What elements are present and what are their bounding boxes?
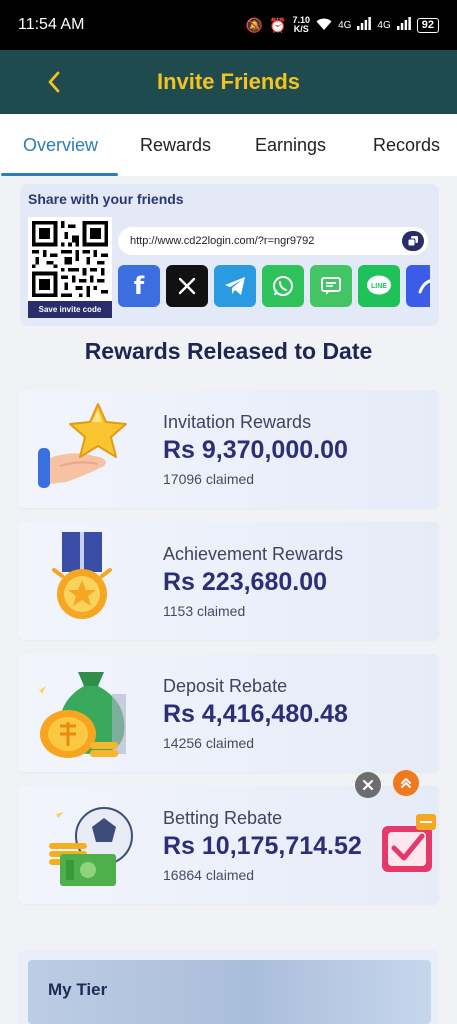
speed-unit: K/S: [293, 24, 309, 34]
signal-icon-2: [396, 17, 411, 33]
tab-label: Records: [373, 134, 441, 155]
share-sms-button[interactable]: [310, 265, 352, 307]
reward-card-achievement[interactable]: Achievement Rewards Rs 223,680.00 1153 c…: [18, 522, 439, 640]
status-indicators: 🔕 ⏰ 7.10 K/S 4G 4G 92: [246, 16, 439, 34]
app-header: Invite Friends: [0, 50, 457, 114]
facebook-icon: f: [133, 272, 145, 300]
tab-records[interactable]: Records: [373, 114, 440, 176]
invite-qr-code: [28, 217, 112, 301]
my-tier-card[interactable]: My Tier: [18, 950, 439, 1024]
reward-amount: Rs 10,175,714.52: [163, 832, 362, 860]
medal-icon: [52, 532, 112, 619]
message-icon: [321, 277, 341, 295]
social-share-row: f LINE: [118, 265, 430, 307]
back-button[interactable]: [36, 64, 72, 100]
share-whatsapp-button[interactable]: [262, 265, 304, 307]
x-icon: [178, 277, 196, 295]
reward-label: Achievement Rewards: [163, 544, 344, 564]
reward-label: Invitation Rewards: [163, 412, 312, 432]
wifi-icon: [316, 17, 332, 34]
telegram-icon: [225, 277, 245, 295]
share-card: Share with your friends Save invite code: [20, 184, 439, 326]
chevron-left-icon: [48, 71, 60, 93]
rewards-section-title: Rewards Released to Date: [84, 338, 373, 364]
tab-earnings[interactable]: Earnings: [255, 114, 326, 176]
share-facebook-button[interactable]: f: [118, 265, 160, 307]
copy-icon: [407, 236, 418, 247]
invite-link-text: http://www.cd22login.com/?r=ngr9792: [130, 235, 315, 247]
tab-rewards[interactable]: Rewards: [140, 114, 211, 176]
reward-amount: Rs 223,680.00: [163, 568, 328, 596]
hand-star-icon: [38, 403, 127, 488]
share-more-icon: [418, 279, 430, 294]
share-title: Share with your friends: [28, 191, 184, 207]
tab-label: Overview: [23, 134, 99, 155]
alarm-icon: ⏰: [269, 16, 287, 33]
reward-claimed-count: 1153 claimed: [163, 603, 246, 619]
battery-level: 92: [416, 17, 439, 33]
tab-bar: Overview Rewards Earnings Records: [0, 114, 457, 176]
close-icon: [362, 779, 374, 791]
reward-claimed-count: 14256 claimed: [163, 735, 255, 751]
tier-title: My Tier: [48, 980, 108, 999]
reward-claimed-count: 16864 claimed: [163, 867, 255, 883]
reward-label: Betting Rebate: [163, 808, 283, 828]
network-type-1: 4G: [338, 19, 352, 31]
copy-link-button[interactable]: [402, 231, 424, 251]
double-chevron-up-icon: [401, 778, 411, 788]
share-more-button[interactable]: [406, 265, 430, 307]
gift-calendar-icon[interactable]: [376, 812, 440, 878]
signal-icon: [357, 17, 372, 33]
page-title: Invite Friends: [156, 69, 301, 94]
status-bar: 11:54 AM 🔕 ⏰ 7.10 K/S 4G 4G 92: [0, 0, 457, 50]
reward-amount: Rs 9,370,000.00: [163, 436, 348, 464]
floating-scroll-up-button[interactable]: [393, 770, 419, 796]
tier-banner: My Tier: [28, 960, 431, 1024]
share-telegram-button[interactable]: [214, 265, 256, 307]
reward-label: Deposit Rebate: [163, 676, 288, 696]
status-time: 11:54 AM: [18, 16, 85, 33]
save-invite-code-button[interactable]: Save invite code: [28, 301, 112, 318]
reward-card-invitation[interactable]: Invitation Rewards Rs 9,370,000.00 17096…: [18, 390, 439, 508]
reward-card-deposit[interactable]: Deposit Rebate Rs 4,416,480.48 14256 cla…: [18, 654, 439, 772]
network-speed: 7.10 K/S: [293, 16, 311, 34]
tab-overview[interactable]: Overview: [0, 114, 119, 176]
whatsapp-icon: [273, 276, 293, 296]
share-line-button[interactable]: LINE: [358, 265, 400, 307]
svg-text:LINE: LINE: [371, 283, 387, 290]
qr-code-icon: [32, 221, 108, 297]
network-type-2: 4G: [377, 19, 391, 31]
mute-icon: 🔕: [245, 16, 264, 33]
money-bag-icon: [36, 672, 126, 758]
reward-amount: Rs 4,416,480.48: [163, 700, 348, 728]
share-x-button[interactable]: [166, 265, 208, 307]
football-cash-icon: [49, 806, 133, 886]
tab-label: Rewards: [140, 134, 212, 155]
invite-link-field[interactable]: http://www.cd22login.com/?r=ngr9792: [118, 227, 428, 255]
line-icon: LINE: [367, 275, 391, 295]
floating-close-button[interactable]: [355, 772, 381, 798]
tab-label: Earnings: [255, 134, 327, 155]
reward-claimed-count: 17096 claimed: [163, 471, 255, 487]
